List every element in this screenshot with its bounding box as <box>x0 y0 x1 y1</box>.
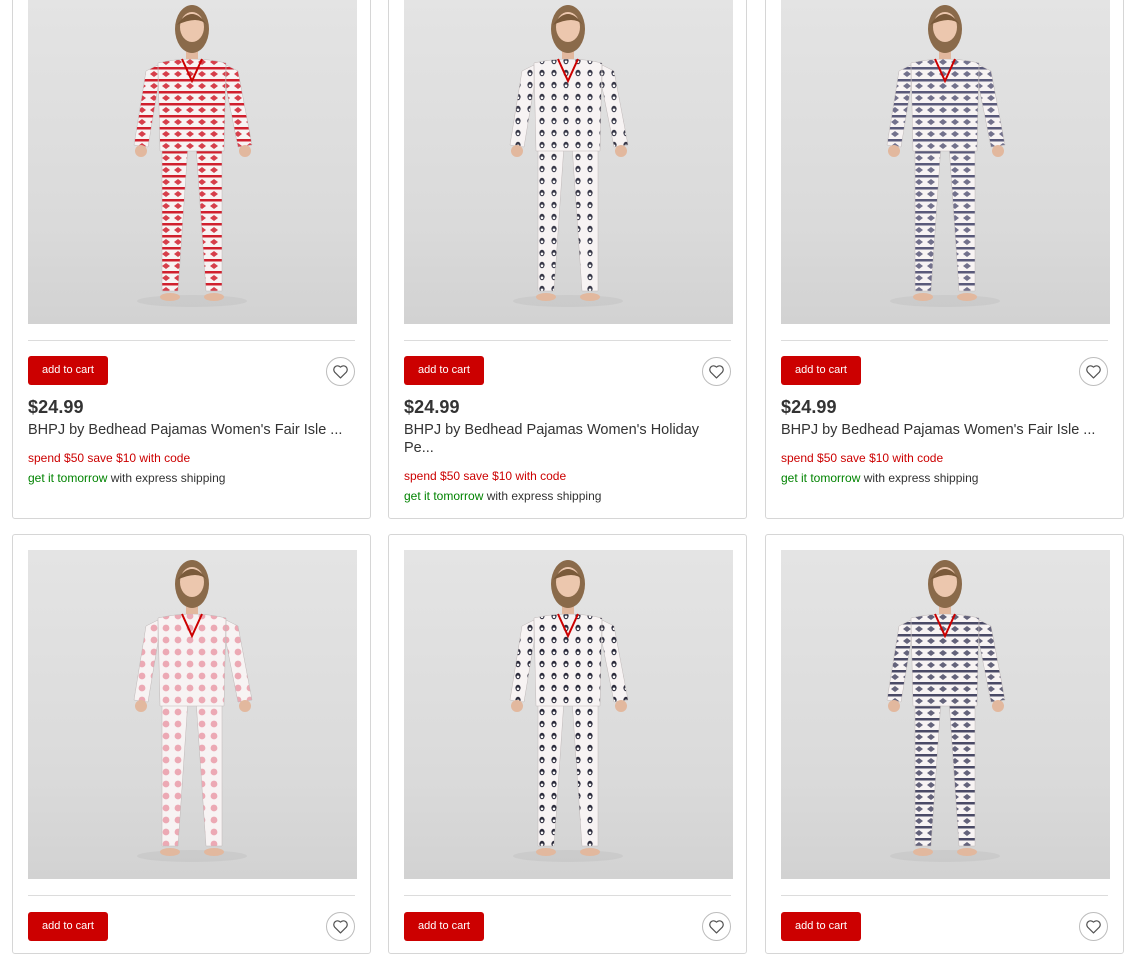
product-card[interactable]: add to cart <box>12 534 371 954</box>
product-title[interactable]: BHPJ by Bedhead Pajamas Women's Fair Isl… <box>781 421 1108 439</box>
model-illustration <box>886 5 1006 307</box>
add-to-cart-button[interactable]: add to cart <box>28 912 108 941</box>
favorite-button[interactable] <box>1079 357 1108 386</box>
heart-outline-icon <box>709 365 724 379</box>
shipping-rest-label: with express shipping <box>107 471 226 485</box>
heart-outline-icon <box>1086 365 1101 379</box>
shipping-rest-label: with express shipping <box>860 471 979 485</box>
card-divider <box>28 895 355 896</box>
heart-outline-icon <box>333 920 348 934</box>
add-to-cart-button[interactable]: add to cart <box>28 356 108 385</box>
product-card[interactable]: add to cart $24.99 BHPJ by Bedhead Pajam… <box>12 0 371 519</box>
shipping-info: get it tomorrow with express shipping <box>781 471 978 485</box>
product-price: $24.99 <box>781 397 837 417</box>
heart-outline-icon <box>1086 920 1101 934</box>
shipping-fast-label: get it tomorrow <box>404 489 484 503</box>
favorite-button[interactable] <box>1079 912 1108 941</box>
product-image[interactable] <box>404 0 733 324</box>
add-to-cart-button[interactable]: add to cart <box>404 356 484 385</box>
product-image[interactable] <box>28 0 357 324</box>
shipping-info: get it tomorrow with express shipping <box>404 489 601 503</box>
shipping-fast-label: get it tomorrow <box>781 471 861 485</box>
product-image[interactable] <box>28 550 357 879</box>
product-card[interactable]: add to cart $24.99 BHPJ by Bedhead Pajam… <box>765 0 1124 519</box>
card-divider <box>404 895 731 896</box>
shipping-fast-label: get it tomorrow <box>28 471 108 485</box>
heart-outline-icon <box>709 920 724 934</box>
favorite-button[interactable] <box>326 357 355 386</box>
card-divider <box>404 340 731 341</box>
card-divider <box>28 340 355 341</box>
favorite-button[interactable] <box>326 912 355 941</box>
product-price: $24.99 <box>28 397 84 417</box>
heart-outline-icon <box>333 365 348 379</box>
product-title[interactable]: BHPJ by Bedhead Pajamas Women's Fair Isl… <box>28 421 355 439</box>
add-to-cart-button[interactable]: add to cart <box>404 912 484 941</box>
model-illustration <box>886 560 1006 862</box>
model-illustration <box>133 560 253 862</box>
add-to-cart-button[interactable]: add to cart <box>781 356 861 385</box>
model-illustration <box>509 560 629 862</box>
model-illustration <box>133 5 253 307</box>
favorite-button[interactable] <box>702 912 731 941</box>
product-image[interactable] <box>781 550 1110 879</box>
product-price: $24.99 <box>404 397 460 417</box>
promo-text: spend $50 save $10 with code <box>404 469 567 483</box>
card-divider <box>781 340 1108 341</box>
product-card[interactable]: add to cart $24.99 BHPJ by Bedhead Pajam… <box>388 0 747 519</box>
card-divider <box>781 895 1108 896</box>
product-card[interactable]: add to cart <box>388 534 747 954</box>
product-image[interactable] <box>781 0 1110 324</box>
product-title[interactable]: BHPJ by Bedhead Pajamas Women's Holiday … <box>404 421 714 457</box>
shipping-info: get it tomorrow with express shipping <box>28 471 225 485</box>
promo-text: spend $50 save $10 with code <box>28 451 191 465</box>
model-illustration <box>509 5 629 307</box>
add-to-cart-button[interactable]: add to cart <box>781 912 861 941</box>
favorite-button[interactable] <box>702 357 731 386</box>
product-grid: add to cart $24.99 BHPJ by Bedhead Pajam… <box>0 0 1130 954</box>
shipping-rest-label: with express shipping <box>483 489 602 503</box>
product-image[interactable] <box>404 550 733 879</box>
product-card[interactable]: add to cart <box>765 534 1124 954</box>
promo-text: spend $50 save $10 with code <box>781 451 944 465</box>
